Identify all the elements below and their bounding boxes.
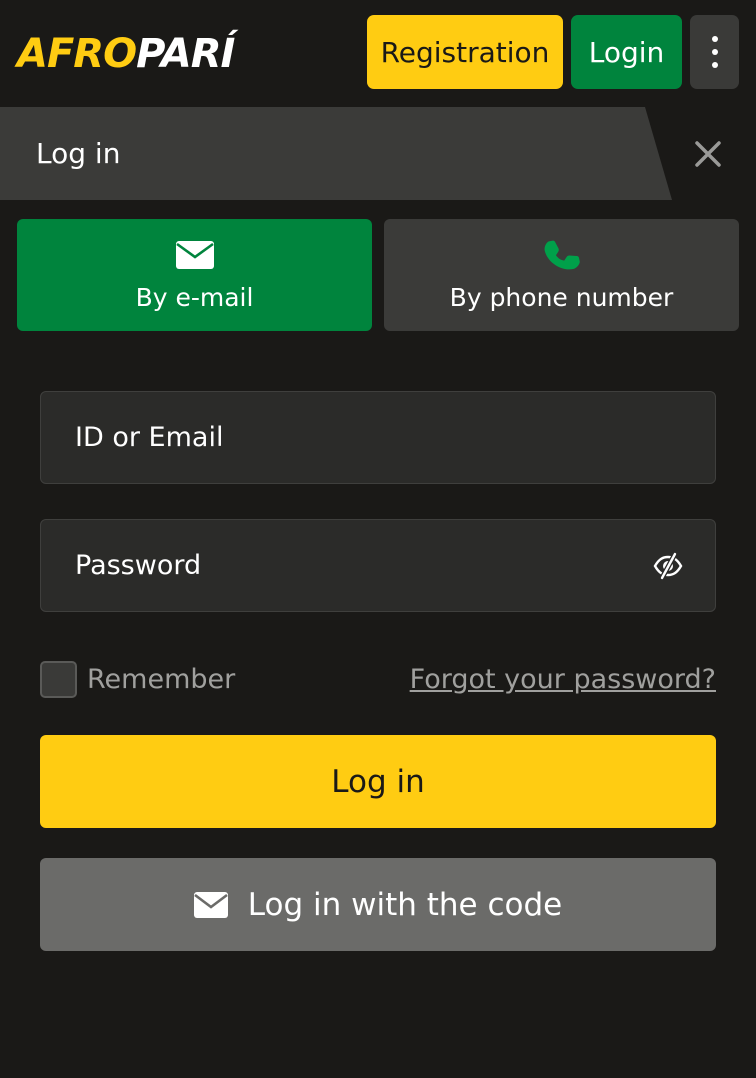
remember-label: Remember bbox=[87, 664, 236, 695]
close-button[interactable] bbox=[690, 134, 726, 174]
eye-off-icon[interactable] bbox=[653, 552, 683, 580]
dialog-title: Log in bbox=[36, 137, 121, 170]
registration-button[interactable]: Registration bbox=[367, 15, 563, 89]
log-in-button[interactable]: Log in bbox=[40, 735, 716, 828]
kebab-menu-icon-dot bbox=[711, 36, 718, 42]
password-field-wrap bbox=[40, 519, 716, 612]
id-email-input[interactable] bbox=[41, 392, 715, 483]
log-in-with-code-button[interactable]: Log in with the code bbox=[40, 858, 716, 951]
password-input[interactable] bbox=[41, 520, 715, 611]
tab-email-icon-wrap bbox=[175, 235, 214, 275]
id-email-field-wrap bbox=[40, 391, 716, 484]
logo-afro-text: AFRO bbox=[17, 31, 137, 77]
tab-by-phone-label: By phone number bbox=[449, 282, 674, 312]
envelope-icon bbox=[175, 240, 214, 269]
forgot-password-link[interactable]: Forgot your password? bbox=[410, 661, 716, 698]
kebab-menu-button[interactable] bbox=[690, 15, 739, 89]
log-in-with-code-label: Log in with the code bbox=[247, 886, 563, 923]
remember-checkbox[interactable] bbox=[40, 661, 77, 698]
kebab-menu-icon-dot bbox=[711, 62, 718, 68]
tab-phone-icon-wrap bbox=[542, 235, 582, 275]
tab-by-email[interactable]: By e-mail bbox=[17, 219, 372, 331]
tab-by-phone[interactable]: By phone number bbox=[384, 219, 739, 331]
login-button[interactable]: Login bbox=[571, 15, 682, 89]
phone-icon bbox=[544, 240, 580, 269]
login-page: AFROPARÍ Registration Login Log in By e-… bbox=[0, 0, 756, 1078]
logo-pari-text: PARÍ bbox=[136, 31, 235, 77]
afropari-logo[interactable]: AFROPARÍ bbox=[17, 30, 235, 78]
tab-by-email-label: By e-mail bbox=[135, 282, 254, 312]
kebab-menu-icon-dot bbox=[711, 49, 718, 55]
top-header: AFROPARÍ Registration Login bbox=[0, 0, 756, 106]
envelope-icon bbox=[193, 891, 228, 918]
close-icon bbox=[695, 141, 721, 167]
